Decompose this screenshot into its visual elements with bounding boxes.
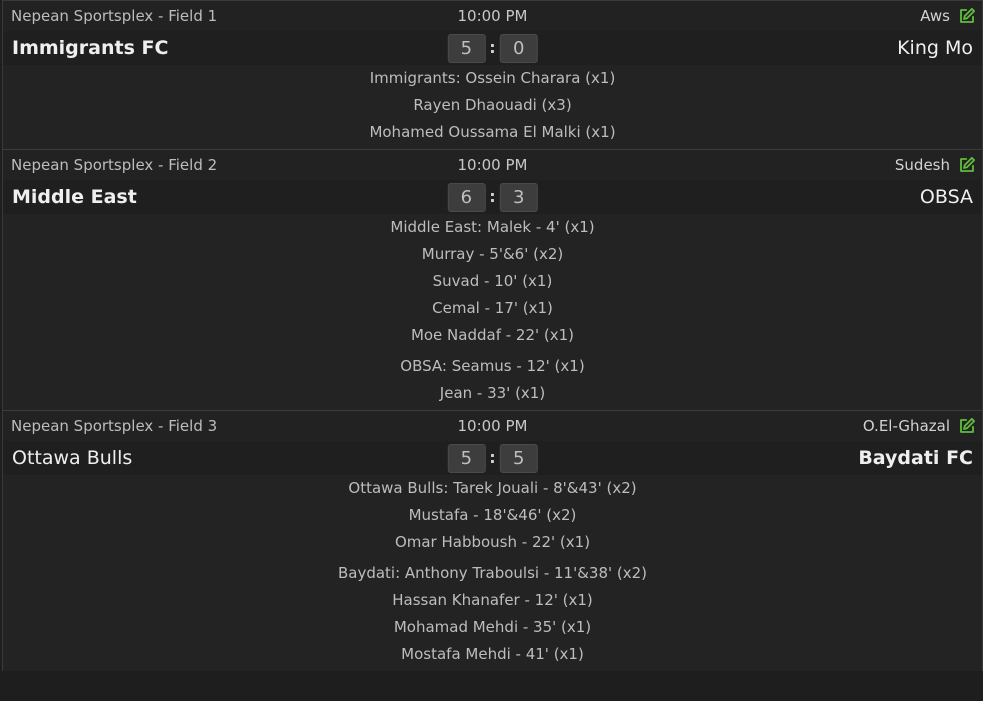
reporter: O.El-Ghazal [863, 417, 976, 435]
match-meta-row: Nepean Sportsplex - Field 2 10:00 PM Sud… [3, 150, 982, 180]
match-time: 10:00 PM [457, 7, 528, 25]
home-team[interactable]: Ottawa Bulls [12, 447, 132, 469]
scorer-line: Mostafa Mehdi - 41' (x1) [401, 645, 584, 663]
home-score: 6 [447, 182, 486, 212]
match-results-list: Nepean Sportsplex - Field 1 10:00 PM Aws… [2, 0, 983, 671]
edit-icon[interactable] [958, 417, 976, 435]
match-card: Nepean Sportsplex - Field 2 10:00 PM Sud… [3, 149, 982, 410]
match-time: 10:00 PM [457, 417, 528, 435]
score-separator: : [489, 448, 496, 467]
scorer-line: Immigrants: Ossein Charara (x1) [369, 69, 616, 87]
scorer-line: Baydati: Anthony Traboulsi - 11'&38' (x2… [337, 564, 648, 582]
edit-icon[interactable] [958, 156, 976, 174]
scorer-line: Murray - 5'&6' (x2) [421, 245, 564, 263]
home-score: 5 [447, 443, 486, 473]
reporter: Aws [920, 7, 976, 25]
match-card: Nepean Sportsplex - Field 1 10:00 PM Aws… [3, 0, 982, 149]
scorer-line: Moe Naddaf - 22' (x1) [410, 326, 575, 344]
scorer-line: Suvad - 10' (x1) [432, 272, 553, 290]
away-score: 0 [499, 33, 538, 63]
scorer-line: Mohamad Mehdi - 35' (x1) [393, 618, 592, 636]
teams-row: Immigrants FC 5 : 0 King Mo [3, 31, 982, 65]
scorer-line: Mustafa - 18'&46' (x2) [408, 506, 577, 524]
home-score: 5 [447, 33, 486, 63]
scorers-list: Immigrants: Ossein Charara (x1) Rayen Dh… [3, 65, 982, 146]
teams-row: Ottawa Bulls 5 : 5 Baydati FC [3, 441, 982, 475]
score: 5 : 0 [447, 33, 538, 63]
away-team[interactable]: King Mo [897, 37, 973, 59]
reporter-name: Aws [920, 7, 950, 25]
scorer-line: Cemal - 17' (x1) [432, 299, 553, 317]
reporter-name: Sudesh [894, 156, 950, 174]
scorer-line: Hassan Khanafer - 12' (x1) [392, 591, 593, 609]
scorers-list: Middle East: Malek - 4' (x1) Murray - 5'… [3, 214, 982, 407]
scorer-line: Ottawa Bulls: Tarek Jouali - 8'&43' (x2) [348, 479, 637, 497]
scorers-list: Ottawa Bulls: Tarek Jouali - 8'&43' (x2)… [3, 475, 982, 668]
teams-row: Middle East 6 : 3 OBSA [3, 180, 982, 214]
away-team[interactable]: OBSA [920, 186, 973, 208]
reporter: Sudesh [895, 156, 976, 174]
score: 5 : 5 [447, 443, 538, 473]
reporter-name: O.El-Ghazal [862, 417, 950, 435]
home-team[interactable]: Middle East [12, 186, 137, 208]
away-score: 3 [499, 182, 538, 212]
score: 6 : 3 [447, 182, 538, 212]
match-meta-row: Nepean Sportsplex - Field 1 10:00 PM Aws [3, 1, 982, 31]
edit-icon[interactable] [958, 7, 976, 25]
match-card: Nepean Sportsplex - Field 3 10:00 PM O.E… [3, 410, 982, 671]
scorer-line: Middle East: Malek - 4' (x1) [390, 218, 595, 236]
scorer-line: OBSA: Seamus - 12' (x1) [400, 357, 585, 375]
match-time: 10:00 PM [457, 156, 528, 174]
match-meta-row: Nepean Sportsplex - Field 3 10:00 PM O.E… [3, 411, 982, 441]
scorer-line: Rayen Dhaouadi (x3) [413, 96, 572, 114]
scorer-line: Mohamed Oussama El Malki (x1) [369, 123, 616, 141]
away-score: 5 [499, 443, 538, 473]
scorer-line: Omar Habboush - 22' (x1) [394, 533, 591, 551]
score-separator: : [489, 38, 496, 57]
scorer-line: Jean - 33' (x1) [439, 384, 546, 402]
home-team[interactable]: Immigrants FC [12, 37, 168, 59]
score-separator: : [489, 187, 496, 206]
away-team[interactable]: Baydati FC [858, 447, 973, 469]
